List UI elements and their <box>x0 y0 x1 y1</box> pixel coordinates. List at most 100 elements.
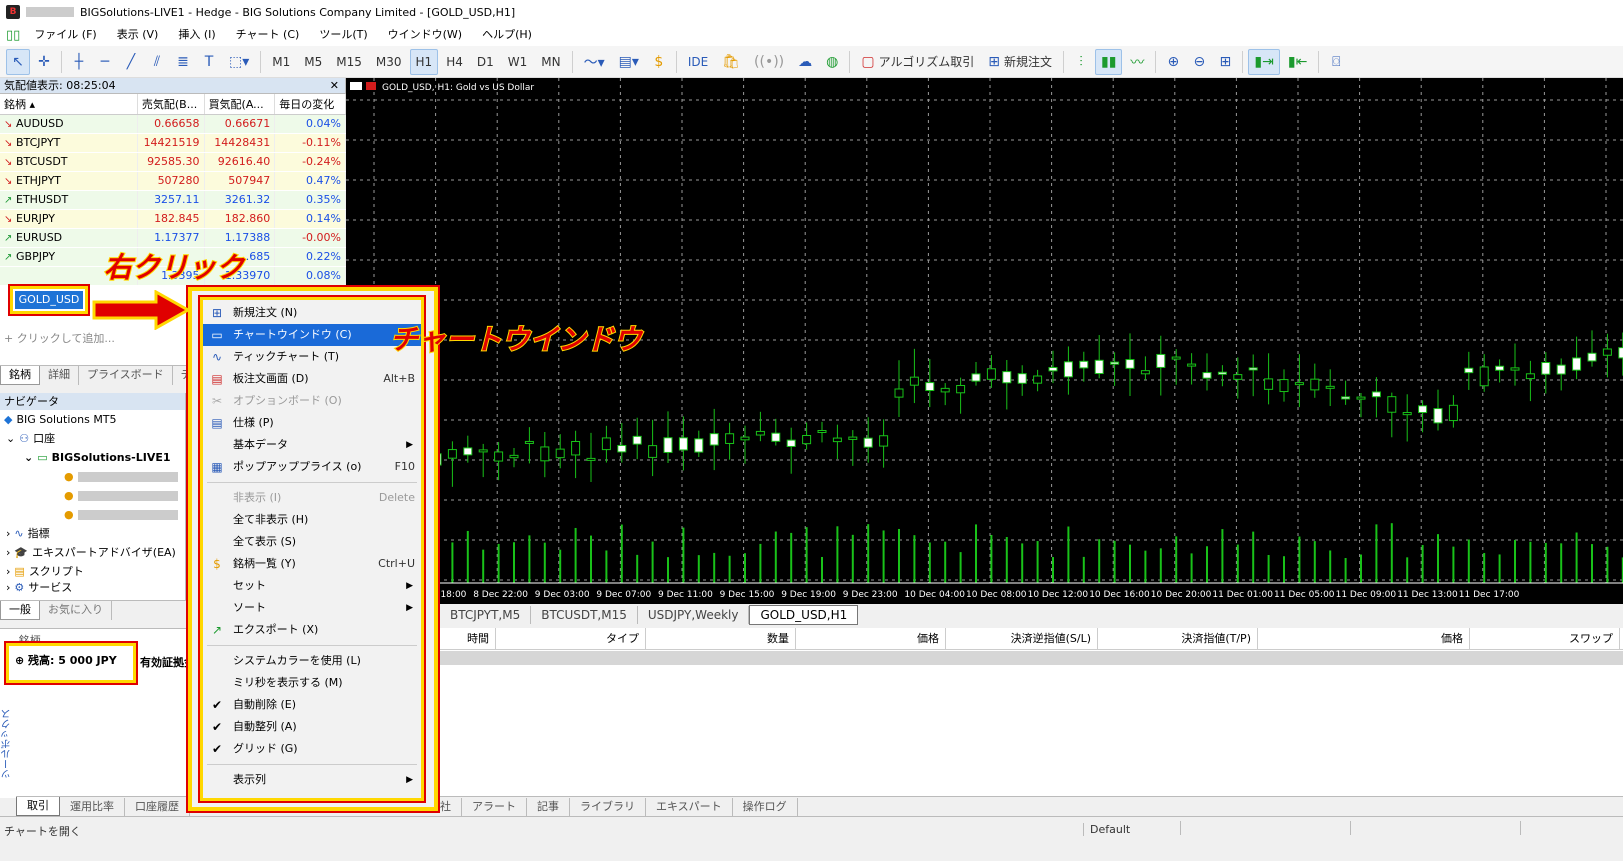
hosting-button[interactable]: ◍ <box>820 49 844 75</box>
tab-price-board[interactable]: プライスボード <box>79 366 173 385</box>
tab-news[interactable]: 記事 <box>527 797 570 816</box>
context-menu-item[interactable]: 基本データ ▶ <box>203 434 421 456</box>
bar-chart-button[interactable]: ⫶ <box>1069 49 1093 75</box>
context-menu-item[interactable]: ✂ オプションボード (O) <box>203 390 421 412</box>
nav-accounts[interactable]: ⌄ ⚇ 口座 <box>0 429 185 448</box>
autoscroll-button[interactable]: ▮⇥ <box>1248 48 1280 75</box>
col-sl[interactable]: 決済逆指値(S/L) <box>946 628 1098 649</box>
trendline-button[interactable]: ╱ <box>119 49 143 75</box>
tab-journal[interactable]: 操作ログ <box>733 797 798 816</box>
algo-trading-button[interactable]: ▢ アルゴリズム取引 <box>855 49 980 75</box>
tile-windows-button[interactable]: ⊞ <box>1213 49 1237 75</box>
nav-account-item[interactable]: ● <box>0 467 185 486</box>
context-menu-item[interactable]: ✔ 自動削除 (E) <box>203 694 421 716</box>
context-menu-item[interactable]: ▤ 板注文画面 (D) Alt+B <box>203 368 421 390</box>
line-chart-button[interactable]: 〰 <box>1124 49 1150 75</box>
selected-symbol-gold-usd[interactable]: GOLD_USD <box>8 284 90 316</box>
market-watch-row[interactable]: ↘ ETHJPYT 507280 507947 0.47% <box>0 171 346 191</box>
col-volume[interactable]: 数量 <box>646 628 796 649</box>
tab-alerts[interactable]: アラート <box>462 797 527 816</box>
col-symbol[interactable]: 銘柄 ▴ <box>0 94 138 115</box>
context-menu-item[interactable]: ↗ エクスポート (X) <box>203 619 421 641</box>
context-menu-item[interactable]: 全て非表示 (H) <box>203 509 421 531</box>
tab-trade[interactable]: 取引 <box>16 797 60 816</box>
col-type[interactable]: タイプ <box>496 628 646 649</box>
market-watch-row[interactable]: ↘ BTCJPYT 14421519 14428431 -0.11% <box>0 133 346 153</box>
chart-type-button[interactable]: 〜▾ <box>578 49 611 75</box>
context-menu-item[interactable]: 表示列 ▶ <box>203 769 421 791</box>
shapes-button[interactable]: ⬚▾ <box>223 49 255 75</box>
market-watch-row[interactable]: ↘ AUDUSD 0.66658 0.66671 0.04% <box>0 114 346 134</box>
vertical-line-button[interactable]: ┼ <box>67 49 91 75</box>
channel-button[interactable]: ⫽ <box>145 49 169 75</box>
tab-btcusdt-m15[interactable]: BTCUSDT,M15 <box>531 606 638 624</box>
cursor-tool-button[interactable]: ↖ <box>6 48 30 75</box>
ide-button[interactable]: IDE <box>682 49 714 75</box>
context-menu-item[interactable]: ✔ 自動整列 (A) <box>203 716 421 738</box>
tab-library[interactable]: ライブラリ <box>570 797 646 816</box>
context-menu-item[interactable]: ∿ ティックチャート (T) <box>203 346 421 368</box>
crosshair-tool-button[interactable]: ✛ <box>32 49 56 75</box>
nav-account-item[interactable]: ● <box>0 505 185 524</box>
menu-file[interactable]: ファイル (F) <box>24 24 106 46</box>
indicators-button[interactable]: ▤▾ <box>613 49 645 75</box>
tab-experts[interactable]: エキスパート <box>646 797 733 816</box>
close-icon[interactable]: ✕ <box>330 78 339 94</box>
market-watch-row[interactable]: ↘ BTCUSDT 92585.30 92616.40 -0.24% <box>0 152 346 172</box>
tf-m15[interactable]: M15 <box>330 49 368 75</box>
horizontal-line-button[interactable]: ─ <box>93 49 117 75</box>
context-menu-item[interactable]: $ 銘柄一覧 (Y) Ctrl+U <box>203 553 421 575</box>
col-bid[interactable]: 売気配(B... <box>137 94 205 115</box>
market-watch-row[interactable]: ↘ EURJPY 182.845 182.860 0.14% <box>0 209 346 229</box>
tab-gold-usd-h1[interactable]: GOLD_USD,H1 <box>749 605 859 625</box>
col-ask[interactable]: 買気配(A... <box>204 94 276 115</box>
text-button[interactable]: T <box>197 49 221 75</box>
context-menu-item[interactable]: ▤ 仕様 (P) <box>203 412 421 434</box>
vps-button[interactable]: ☁ <box>792 49 818 75</box>
menu-tools[interactable]: ツール(T) <box>309 24 377 46</box>
menu-toggle-icon[interactable]: ▯▯ <box>6 28 20 43</box>
nav-login[interactable]: ⌄ ▭ BIGSolutions-LIVE1 <box>0 448 185 467</box>
menu-window[interactable]: ウインドウ(W) <box>378 24 472 46</box>
tab-details[interactable]: 詳細 <box>40 366 79 385</box>
add-symbol-link[interactable]: + クリックして追加... <box>4 330 115 346</box>
tf-h4[interactable]: H4 <box>440 49 469 75</box>
menu-chart[interactable]: チャート (C) <box>226 24 310 46</box>
tab-history[interactable]: 口座履歴 <box>125 797 190 816</box>
fibo-button[interactable]: ≣ <box>171 49 195 75</box>
menu-help[interactable]: ヘルプ(H) <box>472 24 542 46</box>
col-change[interactable]: 毎日の変化 <box>274 94 346 115</box>
tf-w1[interactable]: W1 <box>502 49 534 75</box>
tf-m5[interactable]: M5 <box>298 49 328 75</box>
col-swap[interactable]: スワップ <box>1470 628 1620 649</box>
context-menu-item[interactable]: 非表示 (I) Delete <box>203 487 421 509</box>
context-menu-item[interactable]: ▦ ポップアッププライス (o) F10 <box>203 456 421 478</box>
context-menu-item[interactable]: 全て表示 (S) <box>203 531 421 553</box>
nav-account-item[interactable]: ● <box>0 486 185 505</box>
col-current-price[interactable]: 価格 <box>1258 628 1470 649</box>
signals-button[interactable]: ((•)) <box>748 49 790 75</box>
tab-favorites[interactable]: お気に入り <box>40 601 112 620</box>
tab-symbols[interactable]: 銘柄 <box>0 366 40 385</box>
tf-d1[interactable]: D1 <box>471 49 500 75</box>
tab-exposure[interactable]: 運用比率 <box>60 797 125 816</box>
nav-services[interactable]: › ⚙ サービス <box>0 581 185 593</box>
market-watch-row[interactable]: ↗ EURUSD 1.17377 1.17388 -0.00% <box>0 228 346 248</box>
toolbox-vertical-label[interactable]: ツールボックス <box>0 690 16 798</box>
chart-shift-button[interactable]: ▮⇤ <box>1282 49 1313 75</box>
tf-mn[interactable]: MN <box>535 49 566 75</box>
market-watch-row[interactable]: ↗ ETHUSDT 3257.11 3261.32 0.35% <box>0 190 346 210</box>
nav-broker[interactable]: ◆ BIG Solutions MT5 <box>0 410 185 429</box>
symbols-button[interactable]: $ <box>647 49 671 75</box>
menu-insert[interactable]: 挿入 (I) <box>168 24 225 46</box>
context-menu-item[interactable]: セット ▶ <box>203 575 421 597</box>
tf-h1[interactable]: H1 <box>409 48 439 75</box>
new-order-button[interactable]: ⊞ 新規注文 <box>982 49 1058 75</box>
col-tp[interactable]: 決済指値(T/P) <box>1098 628 1258 649</box>
tab-common[interactable]: 一般 <box>0 601 40 620</box>
tf-m30[interactable]: M30 <box>370 49 408 75</box>
context-menu-item[interactable]: ミリ秒を表示する (M) <box>203 672 421 694</box>
context-menu-item[interactable]: ソート ▶ <box>203 597 421 619</box>
market-button[interactable]: 🛍 <box>716 49 746 75</box>
nav-scripts[interactable]: › ▤ スクリプト <box>0 562 185 581</box>
